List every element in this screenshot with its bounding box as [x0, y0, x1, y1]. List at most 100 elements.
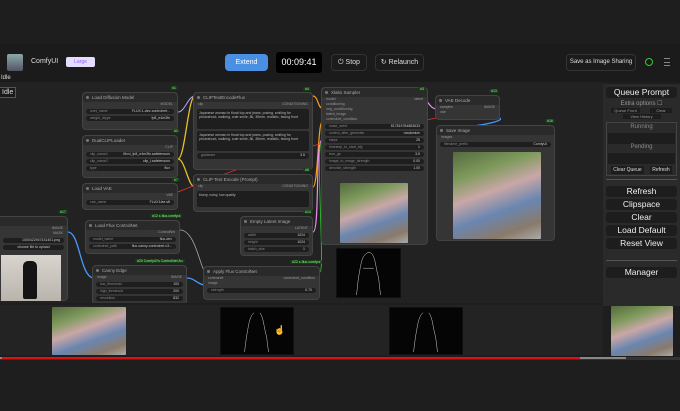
widget-image[interactable]: 1000422947431401.png [3, 237, 64, 243]
pending-header: Pending [630, 144, 653, 150]
clear-small-button[interactable]: Clear [650, 108, 672, 113]
extra-options-checkbox[interactable]: Extra options ☐ [603, 100, 680, 107]
t5xxl-textarea[interactable]: Japanese woman in floral top and jeans, … [197, 131, 309, 151]
node-id: #7 [172, 178, 180, 182]
plan-badge: Large [66, 57, 95, 67]
widget-steps[interactable]: steps 25 [325, 137, 424, 143]
stop-button[interactable]: ⏻ Stop [331, 54, 367, 71]
clipspace-button[interactable]: Clipspace [606, 199, 677, 210]
node-empty-latent-image[interactable]: Empty Latent Image LATENT width 1024 heig… [240, 216, 313, 256]
widget-guidance[interactable]: guidance 3.5 [197, 153, 309, 159]
node-title: Save Image [437, 126, 554, 135]
widget-weight-dtype[interactable]: weight_dtype fp8_e4m3fn [86, 115, 174, 121]
sidebar-panel: Queue Prompt Extra options ☐ Queue Front… [603, 84, 680, 356]
clip-l-textarea[interactable]: Japanese woman in floral top and jeans, … [197, 109, 309, 129]
node-load-vae[interactable]: Load VAE VAE vae_name FLUX1/ae.sft [82, 183, 178, 210]
queue-front-button[interactable]: Queue Front [611, 108, 640, 113]
widget-value: 200 [173, 288, 179, 293]
save-image-sharing-button[interactable]: Save as Image Sharing [566, 54, 636, 71]
widget-value: 1000422947431401.png [22, 237, 60, 242]
widget-label: strength [211, 287, 224, 292]
widget-noise-seed[interactable]: noise_seed 817819784883633 [325, 123, 424, 129]
running-header: Running [630, 124, 653, 130]
session-timer: 00:09:41 [276, 52, 322, 73]
widget-image-to-image-strength[interactable]: image_to_image_strength 0.00 [325, 158, 424, 164]
widget-clip-name2[interactable]: clip_name2 clip_l.safetensors [86, 158, 174, 164]
widget-height[interactable]: height 1024 [244, 239, 309, 245]
widget-value: fp8_e4m3fn [151, 115, 171, 120]
node-canvas[interactable]: Idle Load Diffusion Model MODEL unet_nam… [0, 82, 603, 303]
upload-button[interactable]: choose file to upload [3, 244, 64, 250]
node-title: CLIPTextEncodeFlux [194, 93, 312, 102]
node-canny-edge[interactable]: Canny Edge image IMAGE low_threshold 100 h… [92, 265, 187, 303]
menu-icon[interactable] [664, 58, 670, 66]
running-list [608, 133, 675, 144]
widget-type[interactable]: type flux [86, 165, 174, 171]
widget-value: flux [164, 165, 170, 170]
node-save-image[interactable]: Save Image images filename_prefix ComfyUI [436, 125, 555, 241]
widget-label: image_to_image_strength [329, 158, 370, 163]
extend-label: Extend [235, 59, 258, 66]
widget-width[interactable]: width 1024 [244, 232, 309, 238]
node-title: Canny Edge [93, 266, 186, 275]
widget-value: 1024 [297, 239, 305, 244]
input-clip: clip [198, 184, 204, 188]
relaunch-button[interactable]: ↻ Relaunch [375, 54, 424, 71]
reset-view-button[interactable]: Reset View [606, 238, 677, 249]
clear-button[interactable]: Clear [606, 212, 677, 223]
queue-prompt-button[interactable]: Queue Prompt [606, 87, 677, 98]
manager-button[interactable]: Manager [606, 267, 677, 278]
widget-filename-prefix[interactable]: filename_prefix ComfyUI [440, 141, 551, 147]
node-vae-decode[interactable]: VAE Decode samples IMAGE vae [435, 95, 500, 120]
node-id: #1 [170, 86, 178, 90]
node-xlabs-sampler[interactable]: Xlabs Sampler model latent conditioning n… [321, 87, 428, 245]
widget-label: clip_name2 [90, 158, 108, 163]
extra-options-label: Extra options [620, 101, 656, 107]
widget-value: FLUX1/ae.sft [149, 199, 170, 204]
widget-clip-name1[interactable]: clip_name1 t5xxl_fp8_e4m3fn.safetensors [86, 151, 174, 157]
widget-value: 3.5 [300, 153, 305, 157]
node-dual-clip-loader[interactable]: DualCLIPLoader CLIP clip_name1 t5xxl_fp8_… [82, 135, 178, 178]
feed-thumbnail-output[interactable] [52, 307, 126, 355]
clear-queue-button[interactable]: Clear Queue [611, 166, 644, 174]
node-clip-text-encode-prompt[interactable]: CLIP Text Encode (Prompt) clip CONDITIONI… [193, 174, 313, 212]
widget-controlnet-path[interactable]: controlnet_path flux-canny-controlnet-v3.… [89, 243, 176, 249]
node-clip-text-encode-flux[interactable]: CLIPTextEncodeFlux clip CONDITIONING Japa… [193, 92, 313, 170]
sidebar-output-thumbnail[interactable] [611, 306, 673, 356]
widget-low-threshold[interactable]: low_threshold 100 [96, 281, 183, 287]
upload-label: choose file to upload [17, 244, 50, 249]
widget-value: 0.00 [413, 158, 420, 163]
refresh-button[interactable]: Refresh [606, 186, 677, 197]
widget-strength[interactable]: strength 0.70 [207, 287, 316, 293]
widget-control-after-generate[interactable]: control_after_generate randomize [325, 130, 424, 136]
node-apply-flux-controlnet[interactable]: Apply Flux ControlNet controlnet controln… [203, 266, 320, 300]
widget-label: control_after_generate [329, 130, 365, 135]
output-controlnet: ControlNet [158, 230, 175, 234]
load-default-button[interactable]: Load Default [606, 225, 677, 236]
widget-true-gs[interactable]: true_gs 3.5 [325, 151, 424, 157]
widget-unet-name[interactable]: unet_name FLUX.1-dev-controlnet... [86, 108, 174, 114]
whatsapp-icon[interactable] [645, 58, 653, 66]
refresh-queue-button[interactable]: Refresh [650, 166, 672, 174]
feed-thumbnail-canny-2[interactable] [389, 307, 463, 355]
sampler-preview-image [340, 183, 408, 243]
node-title: Empty Latent Image [241, 217, 312, 226]
widget-model-name[interactable]: model_name flux-dev [89, 236, 176, 242]
divider [606, 179, 677, 184]
node-load-diffusion-model[interactable]: Load Diffusion Model MODEL unet_name FLUX… [82, 92, 178, 130]
output-conditioning: CONDITIONING [282, 184, 308, 188]
widget-high-threshold[interactable]: high_threshold 200 [96, 288, 183, 294]
widget-timestep-to-start-cfg[interactable]: timestep_to_start_cfg 1 [325, 144, 424, 150]
widget-batch-size[interactable]: batch_size 1 [244, 246, 309, 252]
widget-vae-name[interactable]: vae_name FLUX1/ae.sft [86, 199, 174, 205]
widget-resolution[interactable]: resolution 832 [96, 295, 183, 301]
widget-value: 3.5 [415, 151, 420, 156]
node-load-flux-controlnet[interactable]: Load Flux ControlNet ControlNet model_na… [85, 220, 180, 254]
video-progress-bar[interactable] [0, 357, 680, 360]
node-load-image[interactable]: IMAGE MASK 1000422947431401.png choose f… [0, 216, 68, 301]
widget-label: filename_prefix [444, 141, 468, 146]
prompt-textarea[interactable]: blurry, noisy, low quality [197, 191, 309, 207]
widget-denoise-strength[interactable]: denoise_strength 1.00 [325, 165, 424, 171]
view-history-button[interactable]: View History [622, 114, 661, 119]
extend-button[interactable]: Extend [225, 54, 268, 71]
